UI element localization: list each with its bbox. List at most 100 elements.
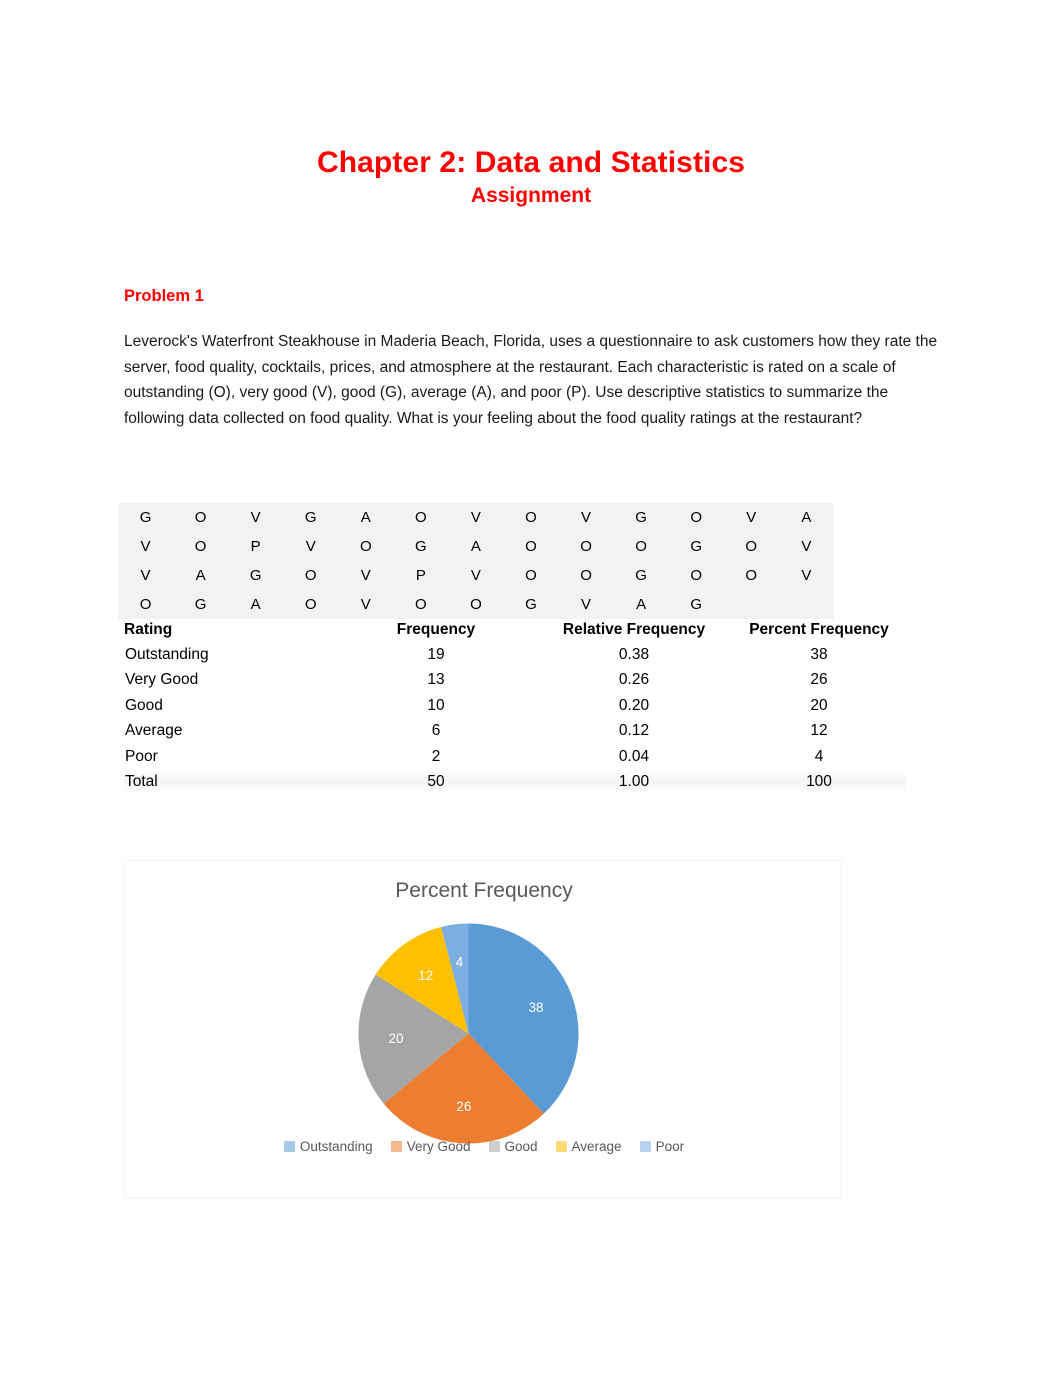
cell-relative-frequency: 0.04 [618, 747, 650, 765]
legend-swatch-icon [390, 1141, 402, 1152]
frequency-table: Rating Frequency Relative Frequency Perc… [124, 617, 906, 795]
table-row: Very Good 13 0.26 26 [124, 668, 906, 694]
cell-percent-frequency: 4 [814, 747, 824, 765]
raw-data-cell: A [360, 509, 371, 526]
raw-data-cell: G [415, 538, 427, 555]
raw-data-cell: O [304, 596, 317, 613]
raw-data-cell: O [635, 538, 647, 555]
legend-swatch-icon [283, 1141, 295, 1152]
cell-frequency: 13 [427, 671, 445, 689]
raw-data-cell: P [250, 538, 261, 555]
raw-data-cell: V [250, 509, 261, 526]
legend-swatch-icon [639, 1141, 651, 1152]
raw-data-cell: O [194, 538, 207, 555]
raw-data-cell: O [525, 567, 537, 584]
raw-data-cell: V [470, 567, 481, 584]
raw-data-cell: V [140, 567, 151, 584]
raw-data-row: VAGOVPVOOGOOV [118, 561, 834, 590]
raw-data-cell: V [360, 567, 371, 584]
pie-chart-area: 38 26 20 12 4 [356, 921, 581, 1146]
legend-item[interactable]: Outstanding [283, 1139, 373, 1154]
raw-data-cell: G [249, 567, 262, 584]
table-header-row: Rating Frequency Relative Frequency Perc… [124, 617, 906, 642]
raw-data-cell: A [470, 538, 481, 555]
cell-frequency: 2 [431, 747, 441, 765]
raw-data-cell: G [635, 509, 647, 526]
raw-data-cell: O [690, 509, 702, 526]
raw-data-cell: A [801, 509, 812, 526]
table-row: Average 6 0.12 12 [124, 719, 906, 745]
raw-data-cell: O [415, 596, 427, 613]
header-relative-frequency: Relative Frequency [562, 621, 706, 638]
raw-data-cell: G [635, 567, 647, 584]
legend-item[interactable]: Good [488, 1139, 538, 1154]
cell-percent-frequency: 100 [732, 769, 906, 795]
raw-data-cell: O [194, 509, 207, 526]
legend-swatch-icon [555, 1141, 567, 1152]
legend-item[interactable]: Very Good [390, 1139, 471, 1154]
problem-heading: Problem 1 [124, 287, 204, 305]
raw-data-cell: V [140, 538, 151, 555]
raw-data-cell: V [581, 596, 592, 613]
cell-relative-frequency: 0.20 [618, 696, 650, 714]
page-title: Chapter 2: Data and Statistics [316, 146, 746, 179]
raw-data-row: GOVGAOVOVGOVA [118, 503, 834, 532]
chart-legend: Outstanding Very Good Good Average Poor [125, 1139, 843, 1154]
pie-slice-label: 12 [418, 968, 433, 983]
legend-item[interactable]: Average [555, 1139, 622, 1154]
raw-data-cell: O [525, 538, 537, 555]
cell-relative-frequency: 0.26 [618, 671, 650, 689]
raw-data-cell: O [525, 509, 537, 526]
raw-data-cell: G [525, 596, 537, 613]
cell-percent-frequency: 26 [810, 671, 828, 689]
raw-data-cell: V [801, 567, 812, 584]
table-row: Poor 2 0.04 4 [124, 744, 906, 770]
table-row: Good 10 0.20 20 [124, 693, 906, 719]
raw-data-row: VOPVOGAOOOGOV [118, 532, 834, 561]
cell-rating: Poor [125, 747, 158, 765]
raw-data-cell: O [745, 538, 758, 555]
percent-frequency-chart: Percent Frequency 38 26 20 12 4 Outstanding V… [124, 860, 842, 1198]
raw-data-cell: A [195, 567, 206, 584]
problem-body-text: Leverock's Waterfront Steakhouse in Made… [124, 333, 938, 427]
raw-data-cell: O [690, 567, 702, 584]
header-frequency: Frequency [396, 621, 476, 638]
cell-rating: Outstanding [125, 645, 209, 663]
raw-data-cell: O [304, 567, 317, 584]
legend-label: Good [504, 1139, 538, 1154]
legend-label: Outstanding [299, 1139, 373, 1154]
legend-label: Poor [655, 1139, 685, 1154]
cell-rating: Very Good [125, 671, 199, 689]
raw-data-cell: G [304, 509, 317, 526]
raw-data-cell: G [194, 596, 207, 613]
raw-data-cell: G [139, 509, 152, 526]
cell-frequency: 50 [336, 769, 536, 795]
raw-data-cell [779, 590, 834, 619]
cell-relative-frequency: 0.12 [618, 722, 650, 740]
frequency-table-head: Rating Frequency Relative Frequency Perc… [124, 617, 906, 642]
header-rating: Rating [124, 621, 173, 638]
raw-data-cell: G [690, 596, 702, 613]
frequency-table-wrapper: Rating Frequency Relative Frequency Perc… [124, 617, 906, 795]
legend-swatch-icon [488, 1141, 500, 1152]
frequency-table-body: Outstanding 19 0.38 38 Very Good 13 0.26 26 Good… [124, 642, 906, 795]
table-row: Total 50 1.00 100 [124, 769, 906, 795]
cell-frequency: 6 [431, 722, 441, 740]
cell-relative-frequency: 1.00 [536, 769, 732, 795]
raw-data-cell [724, 590, 779, 619]
cell-frequency: 19 [427, 645, 445, 663]
raw-data-cell: P [415, 567, 426, 584]
header-percent-frequency: Percent Frequency [749, 621, 889, 638]
table-row: Outstanding 19 0.38 38 [124, 642, 906, 668]
cell-rating: Good [125, 696, 163, 714]
raw-data-grid: GOVGAOVOVGOVAVOPVOGAOOOGOVVAGOVPVOOGOOVO… [118, 503, 834, 619]
cell-rating: Average [125, 722, 183, 740]
legend-item[interactable]: Poor [639, 1139, 685, 1154]
cell-percent-frequency: 20 [810, 696, 828, 714]
raw-data-cell: G [690, 538, 702, 555]
raw-data-cell: O [580, 538, 592, 555]
pie-chart-svg: 38 26 20 12 4 [358, 923, 579, 1144]
raw-data-cell: V [305, 538, 316, 555]
pie-slice-label: 38 [528, 1000, 543, 1015]
raw-data-cell: V [801, 538, 812, 555]
